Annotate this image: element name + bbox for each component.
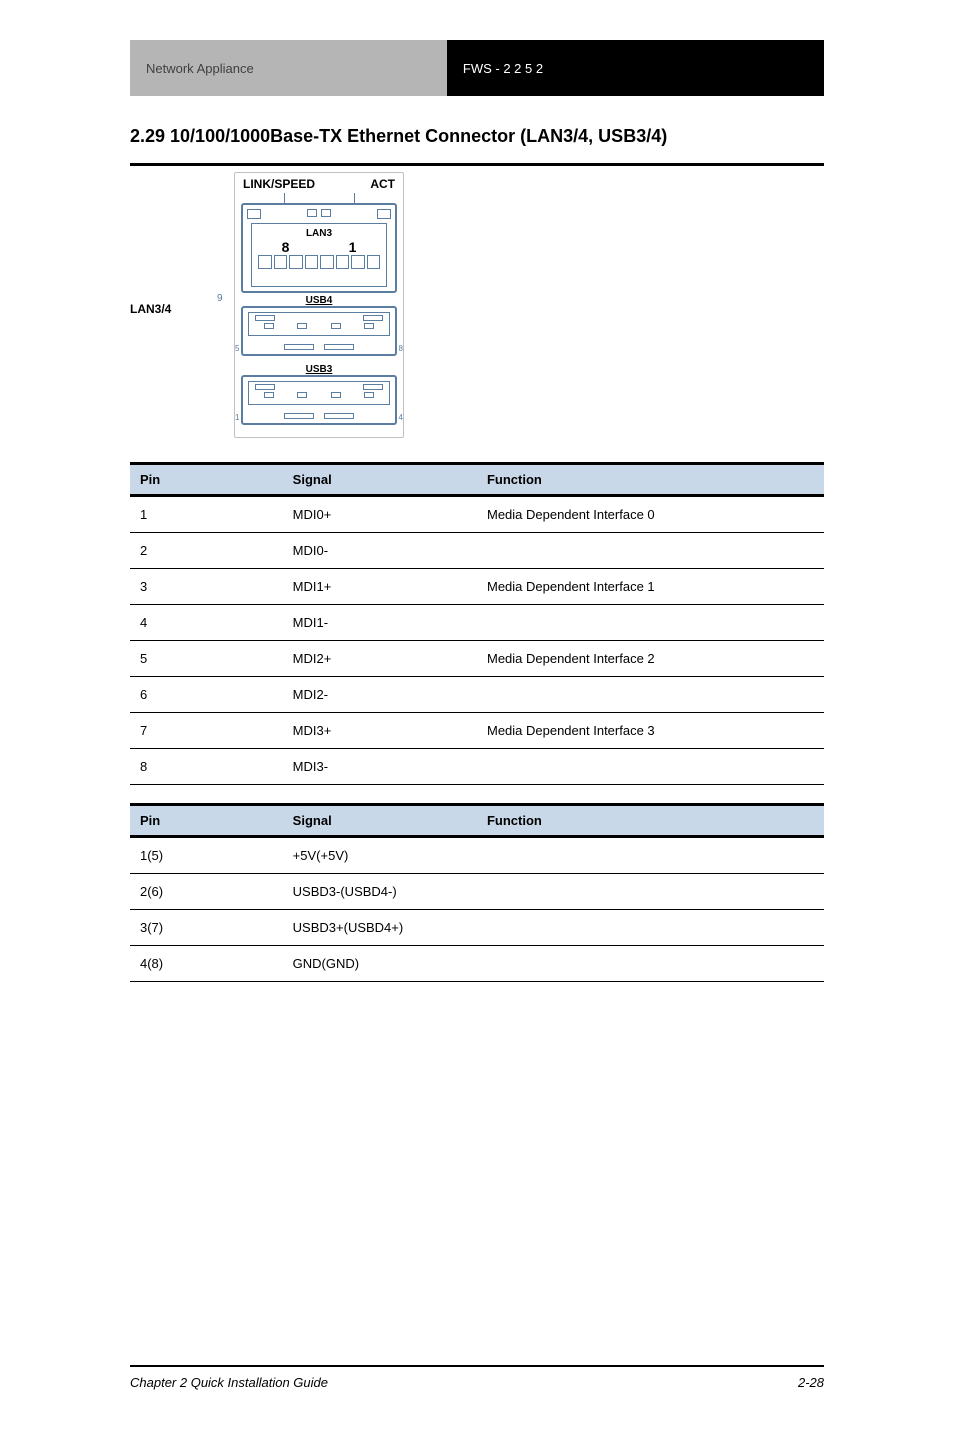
usb-pinout-table: Pin Signal Function 1(5)+5V(+5V)2(6)USBD… bbox=[130, 803, 824, 982]
cell-signal: MDI3- bbox=[283, 749, 477, 785]
lan-pinout-table: Pin Signal Function 1MDI0+Media Dependen… bbox=[130, 462, 824, 785]
footer-left: Chapter 2 Quick Installation Guide bbox=[130, 1375, 328, 1390]
page-footer: Chapter 2 Quick Installation Guide 2-28 bbox=[130, 1365, 824, 1390]
header-left: Network Appliance bbox=[130, 40, 447, 96]
header-bar: Network Appliance FWS - 2 2 5 2 bbox=[130, 40, 824, 96]
cell-function bbox=[477, 946, 824, 982]
col-pin: Pin bbox=[130, 464, 283, 496]
page-title: 2.29 10/100/1000Base-TX Ethernet Connect… bbox=[130, 126, 824, 147]
col-function: Function bbox=[477, 464, 824, 496]
table-row: 4MDI1- bbox=[130, 605, 824, 641]
col-signal: Signal bbox=[283, 464, 477, 496]
col-function: Function bbox=[477, 805, 824, 837]
cell-function bbox=[477, 749, 824, 785]
rj45-pin8: 8 bbox=[282, 239, 290, 255]
usb3-label: USB3 bbox=[241, 364, 397, 375]
connector-diagram: LINK/SPEED ACT bbox=[234, 172, 404, 438]
cell-pin: 1(5) bbox=[130, 837, 283, 874]
table-row: 7MDI3+Media Dependent Interface 3 bbox=[130, 713, 824, 749]
cell-signal: MDI2+ bbox=[283, 641, 477, 677]
diagram-area: LAN3/4 LINK/SPEED ACT bbox=[130, 163, 824, 444]
cell-function bbox=[477, 677, 824, 713]
cell-signal: MDI2- bbox=[283, 677, 477, 713]
cell-signal: MDI3+ bbox=[283, 713, 477, 749]
cell-pin: 2 bbox=[130, 533, 283, 569]
rj45-label: LAN3 bbox=[252, 224, 386, 239]
col-pin: Pin bbox=[130, 805, 283, 837]
table-row: 4(8)GND(GND) bbox=[130, 946, 824, 982]
act-text: ACT bbox=[370, 177, 395, 191]
cell-function: Media Dependent Interface 1 bbox=[477, 569, 824, 605]
table-row: 2MDI0- bbox=[130, 533, 824, 569]
cell-function bbox=[477, 910, 824, 946]
cell-signal: +5V(+5V) bbox=[283, 837, 477, 874]
usb3-box: 1 4 bbox=[241, 375, 397, 425]
usb-pin5: 5 bbox=[235, 344, 239, 353]
cell-pin: 6 bbox=[130, 677, 283, 713]
cell-function bbox=[477, 874, 824, 910]
cell-function bbox=[477, 605, 824, 641]
cell-signal: MDI1- bbox=[283, 605, 477, 641]
cell-signal: MDI0+ bbox=[283, 496, 477, 533]
cell-pin: 2(6) bbox=[130, 874, 283, 910]
col-signal: Signal bbox=[283, 805, 477, 837]
cell-function bbox=[477, 837, 824, 874]
cell-signal: USBD3+(USBD4+) bbox=[283, 910, 477, 946]
table-row: 3(7)USBD3+(USBD4+) bbox=[130, 910, 824, 946]
table-row: 3MDI1+Media Dependent Interface 1 bbox=[130, 569, 824, 605]
rj45-box: LAN3 8 1 bbox=[241, 203, 397, 293]
footer-right: 2-28 bbox=[798, 1375, 824, 1390]
cell-signal: MDI0- bbox=[283, 533, 477, 569]
cell-pin: 5 bbox=[130, 641, 283, 677]
table-row: 5MDI2+Media Dependent Interface 2 bbox=[130, 641, 824, 677]
cell-signal: GND(GND) bbox=[283, 946, 477, 982]
cell-function: Media Dependent Interface 3 bbox=[477, 713, 824, 749]
usb4-box: 5 8 bbox=[241, 306, 397, 356]
table-row: 6MDI2- bbox=[130, 677, 824, 713]
cell-function: Media Dependent Interface 2 bbox=[477, 641, 824, 677]
cell-pin: 7 bbox=[130, 713, 283, 749]
cell-pin: 3 bbox=[130, 569, 283, 605]
diagram-id-label: LAN3/4 bbox=[130, 172, 210, 316]
cell-function: Media Dependent Interface 0 bbox=[477, 496, 824, 533]
cell-pin: 3(7) bbox=[130, 910, 283, 946]
usb4-label: USB4 bbox=[241, 295, 397, 306]
cell-pin: 1 bbox=[130, 496, 283, 533]
table-header-row: Pin Signal Function bbox=[130, 805, 824, 837]
table-row: 1(5)+5V(+5V) bbox=[130, 837, 824, 874]
cell-pin: 8 bbox=[130, 749, 283, 785]
side-pin9: 9 bbox=[217, 293, 223, 304]
usb-pin1: 1 bbox=[235, 413, 239, 422]
usb-pin8: 8 bbox=[399, 344, 403, 353]
linkspeed-text: LINK/SPEED bbox=[243, 177, 315, 191]
linkspeed-led bbox=[247, 209, 261, 219]
table-row: 8MDI3- bbox=[130, 749, 824, 785]
usb-pin4: 4 bbox=[399, 413, 403, 422]
table-row: 2(6)USBD3-(USBD4-) bbox=[130, 874, 824, 910]
cell-signal: USBD3-(USBD4-) bbox=[283, 874, 477, 910]
header-right: FWS - 2 2 5 2 bbox=[447, 40, 824, 96]
cell-pin: 4 bbox=[130, 605, 283, 641]
table-header-row: Pin Signal Function bbox=[130, 464, 824, 496]
cell-pin: 4(8) bbox=[130, 946, 283, 982]
cell-function bbox=[477, 533, 824, 569]
act-led bbox=[377, 209, 391, 219]
cell-signal: MDI1+ bbox=[283, 569, 477, 605]
rj45-pin1: 1 bbox=[349, 239, 357, 255]
table-row: 1MDI0+Media Dependent Interface 0 bbox=[130, 496, 824, 533]
